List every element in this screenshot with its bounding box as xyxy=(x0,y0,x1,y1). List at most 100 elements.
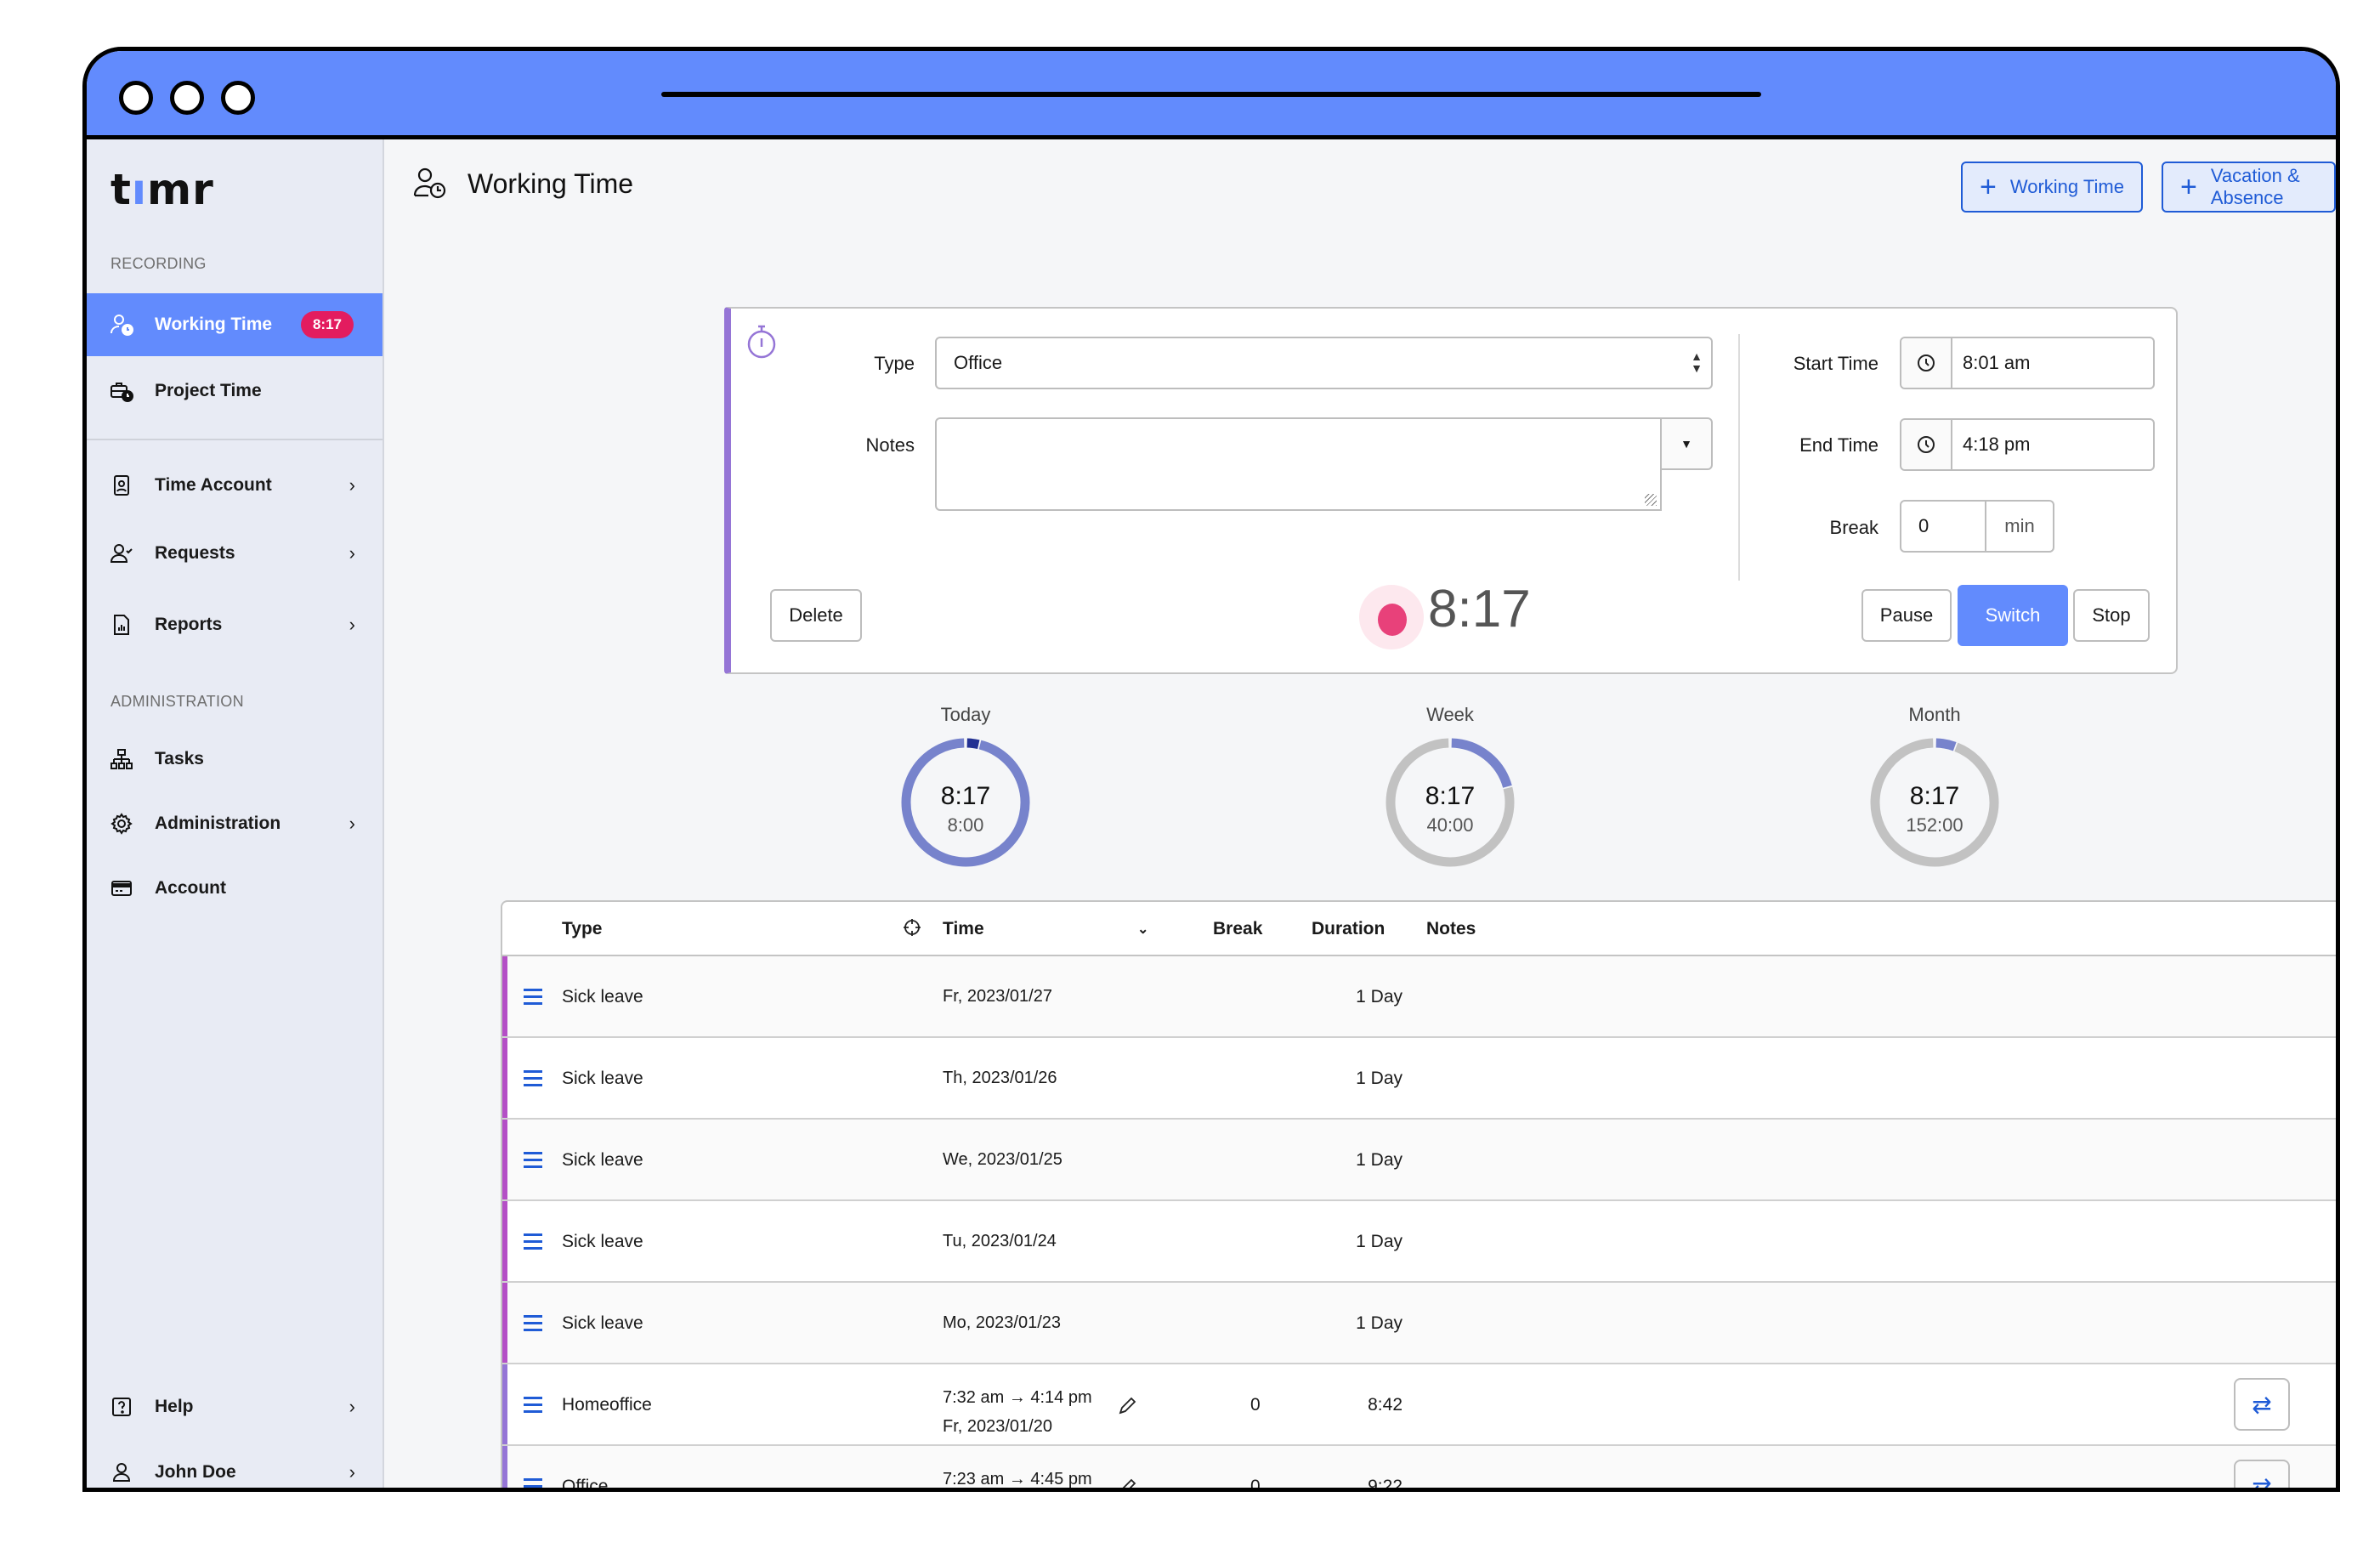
chevron-right-icon: › xyxy=(348,813,355,834)
pause-button[interactable]: Pause xyxy=(1862,589,1952,642)
column-header-type[interactable]: Type xyxy=(562,919,602,939)
table-row[interactable]: Sick leave Th, 2023/01/26 1 Day xyxy=(502,1038,2340,1120)
sort-chevron-icon[interactable]: ⌄ xyxy=(1137,921,1148,938)
sidebar-item-label: Reports xyxy=(155,615,223,634)
row-type: Office xyxy=(562,1477,609,1492)
table-row[interactable]: Sick leave Mo, 2023/01/23 1 Day xyxy=(502,1283,2340,1364)
table-row[interactable]: Homeoffice 7:32 am → 4:14 pm Fr, 2023/01/2… xyxy=(502,1364,2340,1446)
break-value: 0 xyxy=(1901,502,1986,551)
running-time-badge: 8:17 xyxy=(300,311,354,338)
sidebar-item-account[interactable]: Account xyxy=(87,857,382,920)
switch-entry-button[interactable]: ⇄ xyxy=(2234,1460,2290,1492)
sidebar-item-reports[interactable]: Reports › xyxy=(87,593,382,656)
timer-card: Type Office ▲ ▼ Notes ▼ Start Time 8:01 a… xyxy=(724,307,2178,674)
timr-logo[interactable]: tımr xyxy=(110,165,214,214)
pencil-icon[interactable] xyxy=(1116,1477,1138,1492)
row-menu-icon[interactable] xyxy=(524,989,542,1006)
row-menu-icon[interactable] xyxy=(524,1315,542,1332)
sidebar-item-help[interactable]: Help › xyxy=(87,1375,382,1438)
chevron-right-icon: › xyxy=(348,474,355,496)
credit-card-icon xyxy=(109,876,134,901)
user-icon xyxy=(109,1460,134,1485)
row-duration: 8:42 xyxy=(1368,1395,1402,1415)
logo-accent: ı xyxy=(131,165,148,214)
chevron-right-icon: › xyxy=(348,1396,355,1417)
sidebar-item-label: Working Time xyxy=(155,315,273,334)
sidebar-item-label: John Doe xyxy=(155,1462,236,1482)
row-type-color-bar xyxy=(502,1120,507,1199)
address-bar[interactable] xyxy=(661,92,1761,97)
sidebar-item-administration[interactable]: Administration › xyxy=(87,792,382,855)
add-vacation-absence-button[interactable]: + Vacation & Absence xyxy=(2162,162,2336,213)
gear-icon xyxy=(109,811,134,836)
row-menu-icon[interactable] xyxy=(524,1152,542,1169)
sidebar-item-working-time[interactable]: Working Time 8:17 xyxy=(87,293,382,356)
add-working-time-button[interactable]: + Working Time xyxy=(1961,162,2143,213)
sidebar-item-requests[interactable]: Requests › xyxy=(87,522,382,585)
unlock-icon[interactable] xyxy=(2339,1312,2340,1335)
row-menu-icon[interactable] xyxy=(524,1070,542,1087)
notes-textarea[interactable] xyxy=(935,417,1662,511)
row-menu-icon[interactable] xyxy=(524,1397,542,1414)
pencil-icon[interactable] xyxy=(1116,1395,1138,1417)
row-type-color-bar xyxy=(502,1364,507,1444)
type-select[interactable]: Office ▲ ▼ xyxy=(935,337,1713,389)
table-row[interactable]: Sick leave Fr, 2023/01/27 1 Day xyxy=(502,956,2340,1038)
end-time-input[interactable]: 4:18 pm xyxy=(1900,418,2155,471)
sidebar-item-time-account[interactable]: Time Account › xyxy=(87,454,382,517)
gauge-values: 8:17 8:00 xyxy=(872,782,1059,836)
unlock-icon[interactable] xyxy=(2339,1393,2340,1417)
gauge-label: Week xyxy=(1426,704,1474,725)
row-type: Sick leave xyxy=(562,1313,643,1333)
start-time-input[interactable]: 8:01 am xyxy=(1900,337,2155,389)
unlock-icon[interactable] xyxy=(2339,1067,2340,1091)
table-row[interactable]: Sick leave We, 2023/01/25 1 Day xyxy=(502,1120,2340,1201)
sidebar-item-tasks[interactable]: Tasks xyxy=(87,728,382,791)
swap-arrows-icon: ⇄ xyxy=(2252,1472,2272,1492)
unlock-icon[interactable] xyxy=(2339,1475,2340,1492)
row-break: 0 xyxy=(1250,1395,1261,1415)
resize-grip-icon[interactable] xyxy=(1645,494,1657,506)
chevron-right-icon: › xyxy=(348,542,355,564)
notes-label: Notes xyxy=(865,434,915,456)
break-unit: min xyxy=(2004,515,2035,536)
report-chart-icon xyxy=(109,612,134,638)
unlock-icon[interactable] xyxy=(2339,985,2340,1009)
window-close-button[interactable] xyxy=(119,81,153,115)
gauge-overtime-arc xyxy=(966,738,980,750)
stop-button[interactable]: Stop xyxy=(2073,589,2150,642)
sidebar-item-project-time[interactable]: Project Time xyxy=(87,360,382,422)
row-type-color-bar xyxy=(502,956,507,1036)
stopwatch-icon xyxy=(747,325,776,359)
column-header-time[interactable]: Time xyxy=(943,919,984,939)
row-time: Fr, 2023/01/27 xyxy=(943,987,1052,1006)
gauge-progress-arc xyxy=(1451,738,1512,788)
type-select-value: Office xyxy=(954,352,1003,373)
app-window: tımr RECORDING Working Time 8:17 Project… xyxy=(82,47,2340,1492)
window-minimize-button[interactable] xyxy=(170,81,204,115)
switch-button[interactable]: Switch xyxy=(1958,585,2068,646)
row-type-color-bar xyxy=(502,1201,507,1281)
row-menu-icon[interactable] xyxy=(524,1233,542,1250)
column-header-duration[interactable]: Duration xyxy=(1312,919,1385,939)
crosshair-icon[interactable] xyxy=(902,917,922,938)
column-header-notes[interactable]: Notes xyxy=(1426,919,1476,939)
chevron-right-icon: › xyxy=(348,1461,355,1483)
break-input[interactable]: 0 min xyxy=(1900,500,2054,553)
row-time: Tu, 2023/01/24 xyxy=(943,1232,1057,1250)
unlock-icon[interactable] xyxy=(2339,1230,2340,1254)
window-maximize-button[interactable] xyxy=(221,81,255,115)
notes-dropdown-button[interactable]: ▼ xyxy=(1660,417,1713,470)
record-dot-icon xyxy=(1378,604,1407,636)
sidebar-item-user[interactable]: John Doe › xyxy=(87,1441,382,1488)
column-header-break[interactable]: Break xyxy=(1213,919,1262,939)
table-row[interactable]: Office 7:23 am → 4:45 pmTh, 2023/01/19 0 9:… xyxy=(502,1446,2340,1492)
unlock-icon[interactable] xyxy=(2339,1148,2340,1172)
delete-button[interactable]: Delete xyxy=(770,589,862,642)
row-duration: 1 Day xyxy=(1356,1150,1402,1170)
row-type: Sick leave xyxy=(562,987,643,1006)
switch-entry-button[interactable]: ⇄ xyxy=(2234,1378,2290,1431)
table-row[interactable]: Sick leave Tu, 2023/01/24 1 Day xyxy=(502,1201,2340,1283)
row-menu-icon[interactable] xyxy=(524,1478,542,1488)
recording-indicator xyxy=(1359,585,1424,649)
